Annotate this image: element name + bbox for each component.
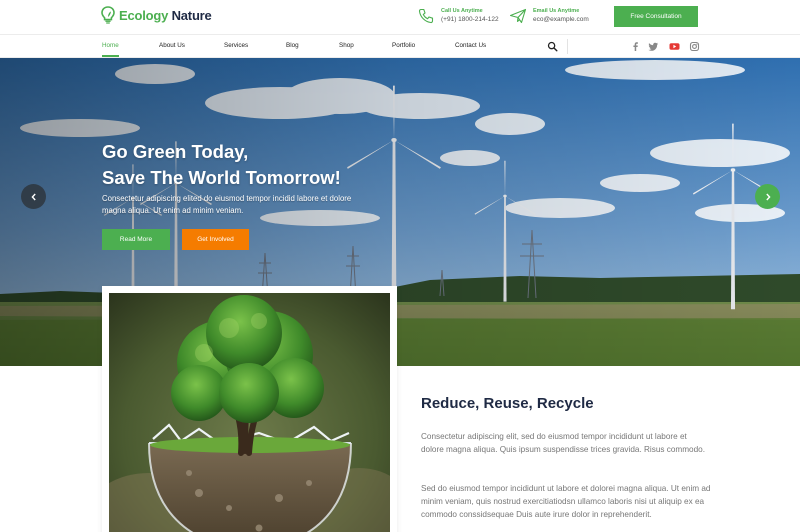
nav-item-portfolio[interactable]: Portfolio bbox=[392, 35, 415, 58]
tree-globe-illustration bbox=[109, 293, 390, 532]
contact-email-value: eco@example.com bbox=[533, 16, 589, 23]
nav-item-services[interactable]: Services bbox=[224, 35, 248, 58]
twitter-icon[interactable] bbox=[648, 41, 659, 52]
slider-next-button[interactable] bbox=[755, 184, 780, 209]
lightbulb-leaf-icon bbox=[101, 6, 115, 24]
contact-email[interactable]: Email Us Anytime eco@example.com bbox=[509, 7, 589, 25]
hero-title-line2: Save The World Tomorrow! bbox=[102, 167, 341, 188]
facebook-icon[interactable] bbox=[630, 41, 641, 52]
free-consultation-button[interactable]: Free Consultation bbox=[614, 6, 698, 27]
nav-divider bbox=[567, 39, 568, 54]
brand-name-green: Ecology bbox=[119, 7, 169, 23]
section-paragraph-2: Sed do eiusmod tempor incididunt ut labo… bbox=[421, 484, 711, 519]
chevron-right-icon bbox=[765, 193, 771, 200]
hero-title-line1: Go Green Today, bbox=[102, 141, 249, 162]
main-nav: Home About Us Services Blog Shop Portfol… bbox=[0, 34, 800, 58]
nav-item-about-us[interactable]: About Us bbox=[159, 35, 185, 58]
contact-phone-label: Call Us Anytime bbox=[441, 8, 483, 14]
hero-title: Go Green Today, Save The World Tomorrow! bbox=[102, 139, 341, 191]
brand-name: Ecology Nature bbox=[119, 8, 212, 23]
brand-logo[interactable]: Ecology Nature bbox=[101, 6, 212, 24]
hero-description: Consectetur adipiscing elited do eiusmod… bbox=[102, 194, 352, 215]
paper-plane-icon bbox=[509, 8, 527, 24]
tree-in-globe-image bbox=[109, 293, 390, 532]
contact-phone[interactable]: Call Us Anytime (+91) 1800-214-122 bbox=[417, 7, 499, 25]
section-paragraph-1: Consectetur adipiscing elit, sed do eius… bbox=[421, 432, 705, 454]
nav-item-home[interactable]: Home bbox=[102, 35, 119, 58]
nav-item-contact-us[interactable]: Contact Us bbox=[455, 35, 486, 58]
nav-item-blog[interactable]: Blog bbox=[286, 35, 299, 58]
brand-name-dark: Nature bbox=[171, 7, 212, 23]
chevron-left-icon bbox=[30, 193, 36, 200]
search-icon[interactable] bbox=[547, 41, 558, 52]
contact-email-label: Email Us Anytime bbox=[533, 8, 580, 14]
instagram-icon[interactable] bbox=[689, 41, 700, 52]
youtube-icon[interactable] bbox=[669, 41, 680, 52]
get-involved-button[interactable]: Get Involved bbox=[182, 229, 249, 250]
contact-phone-value: (+91) 1800-214-122 bbox=[441, 16, 499, 23]
top-header: Ecology Nature Call Us Anytime (+91) 180… bbox=[0, 0, 800, 34]
tree-image-frame bbox=[102, 286, 397, 532]
nav-item-shop[interactable]: Shop bbox=[339, 35, 354, 58]
read-more-button[interactable]: Read More bbox=[102, 229, 170, 250]
slider-prev-button[interactable] bbox=[21, 184, 46, 209]
section-title: Reduce, Reuse, Recycle bbox=[421, 395, 594, 412]
phone-icon bbox=[418, 8, 434, 24]
